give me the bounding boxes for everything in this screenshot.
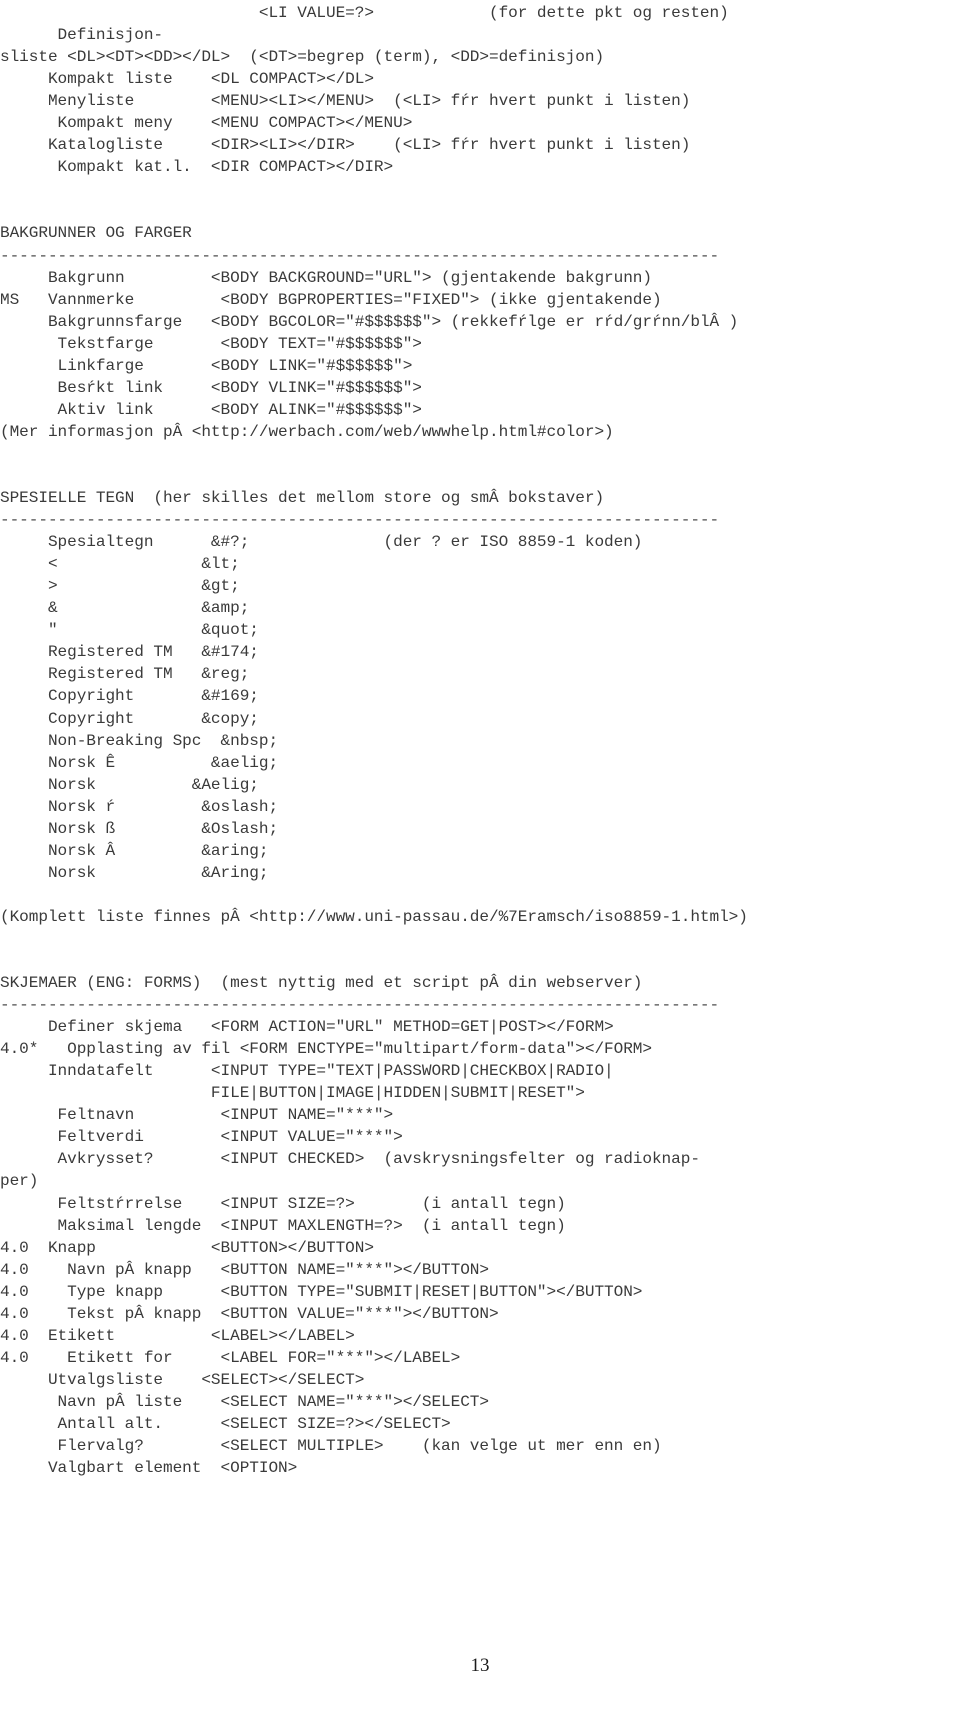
text-line: (Komplett liste finnes pÂ <http://www.un… xyxy=(0,907,748,926)
text-line: 4.0* Opplasting av fil <FORM ENCTYPE="mu… xyxy=(0,1040,652,1059)
text-line: Definer skjema <FORM ACTION="URL" METHOD… xyxy=(0,1018,614,1037)
text-line: 4.0 Type knapp <BUTTON TYPE="SUBMIT|RESE… xyxy=(0,1282,643,1301)
text-line: Spesialtegn &#?; (der ? er ISO 8859-1 ko… xyxy=(0,533,643,552)
section-divider: ----------------------------------------… xyxy=(0,246,720,265)
text-line: sliste <DL><DT><DD></DL> (<DT>=begrep (t… xyxy=(0,48,605,67)
text-line: Norsk &Aelig; xyxy=(0,775,259,794)
text-line: Linkfarge <BODY LINK="#$$$$$$"> xyxy=(0,356,413,375)
text-line: Norsk Ê &aelig; xyxy=(0,753,279,772)
text-line: Avkrysset? <INPUT CHECKED> (avskrysnings… xyxy=(0,1150,700,1169)
section-divider: ----------------------------------------… xyxy=(0,996,720,1015)
text-line: > &gt; xyxy=(0,577,240,596)
text-line: 4.0 Knapp <BUTTON></BUTTON> xyxy=(0,1238,374,1257)
text-line: Registered TM &reg; xyxy=(0,665,250,684)
document-page: <LI VALUE=?> (for dette pkt og resten) D… xyxy=(0,0,960,1709)
text-line: Kompakt liste <DL COMPACT></DL> xyxy=(0,70,374,89)
text-line: (Mer informasjon pÂ <http://werbach.com/… xyxy=(0,422,614,441)
text-line: Flervalg? <SELECT MULTIPLE> (kan velge u… xyxy=(0,1437,662,1456)
text-line: Menyliste <MENU><LI></MENU> (<LI> fŕr hv… xyxy=(0,92,691,111)
text-line: Norsk ŕ &oslash; xyxy=(0,797,279,816)
text-line: Utvalgsliste <SELECT></SELECT> xyxy=(0,1370,365,1389)
text-line: " &quot; xyxy=(0,621,259,640)
text-line: Kompakt meny <MENU COMPACT></MENU> xyxy=(0,114,413,133)
page-number: 13 xyxy=(470,1655,490,1676)
text-line: & &amp; xyxy=(0,599,250,618)
text-line: Antall alt. <SELECT SIZE=?></SELECT> xyxy=(0,1415,451,1433)
text-line: < &lt; xyxy=(0,555,240,574)
text-line: Inndatafelt <INPUT TYPE="TEXT|PASSWORD|C… xyxy=(0,1062,614,1081)
text-line: Copyright &copy; xyxy=(0,709,259,728)
text-line: Feltnavn <INPUT NAME="***"> xyxy=(0,1106,394,1125)
text-line: MS Vannmerke <BODY BGPROPERTIES="FIXED">… xyxy=(0,290,662,309)
text-line: 4.0 Etikett <LABEL></LABEL> xyxy=(0,1326,355,1345)
text-line: Feltstŕrrelse <INPUT SIZE=?> (i antall t… xyxy=(0,1194,566,1213)
text-line: 4.0 Navn pÂ knapp <BUTTON NAME="***"></B… xyxy=(0,1260,489,1279)
section-divider: ----------------------------------------… xyxy=(0,511,720,530)
text-line: Copyright &#169; xyxy=(0,687,259,706)
document-text-body: <LI VALUE=?> (for dette pkt og resten) D… xyxy=(0,2,960,1479)
text-line: Norsk ß &Oslash; xyxy=(0,819,279,838)
text-line: Katalogliste <DIR><LI></DIR> (<LI> fŕr h… xyxy=(0,136,691,155)
text-line: Tekstfarge <BODY TEXT="#$$$$$$"> xyxy=(0,334,422,353)
text-line: SPESIELLE TEGN (her skilles det mellom s… xyxy=(0,489,605,508)
text-line: per) xyxy=(0,1172,39,1191)
text-line: Valgbart element <OPTION> xyxy=(0,1459,298,1478)
text-line: FILE|BUTTON|IMAGE|HIDDEN|SUBMIT|RESET"> xyxy=(0,1084,585,1103)
text-line: Feltverdi <INPUT VALUE="***"> xyxy=(0,1128,403,1147)
text-line: Definisjon- xyxy=(0,26,164,45)
text-line: Maksimal lengde <INPUT MAXLENGTH=?> (i a… xyxy=(0,1216,566,1235)
text-line: SKJEMAER (ENG: FORMS) (mest nyttig med e… xyxy=(0,974,643,993)
text-line: 4.0 Etikett for <LABEL FOR="***"></LABEL… xyxy=(0,1348,461,1367)
text-line: Non-Breaking Spc &nbsp; xyxy=(0,731,279,750)
text-line: Navn pÂ liste <SELECT NAME="***"></SELEC… xyxy=(0,1392,490,1411)
text-line: BAKGRUNNER OG FARGER xyxy=(0,224,192,243)
text-line: Norsk Â &aring; xyxy=(0,841,269,860)
text-line: Registered TM &#174; xyxy=(0,643,259,662)
text-line: Aktiv link <BODY ALINK="#$$$$$$"> xyxy=(0,400,422,419)
text-line: Bakgrunnsfarge <BODY BGCOLOR="#$$$$$$"> … xyxy=(0,312,739,331)
text-line: Kompakt kat.l. <DIR COMPACT></DIR> xyxy=(0,158,394,177)
text-line: Besŕkt link <BODY VLINK="#$$$$$$"> xyxy=(0,378,422,397)
text-line: 4.0 Tekst pÂ knapp <BUTTON VALUE="***"><… xyxy=(0,1304,499,1323)
text-line: <LI VALUE=?> (for dette pkt og resten) xyxy=(0,4,729,22)
text-line: Norsk &Aring; xyxy=(0,863,269,882)
text-line: Bakgrunn <BODY BACKGROUND="URL"> (gjenta… xyxy=(0,268,652,287)
